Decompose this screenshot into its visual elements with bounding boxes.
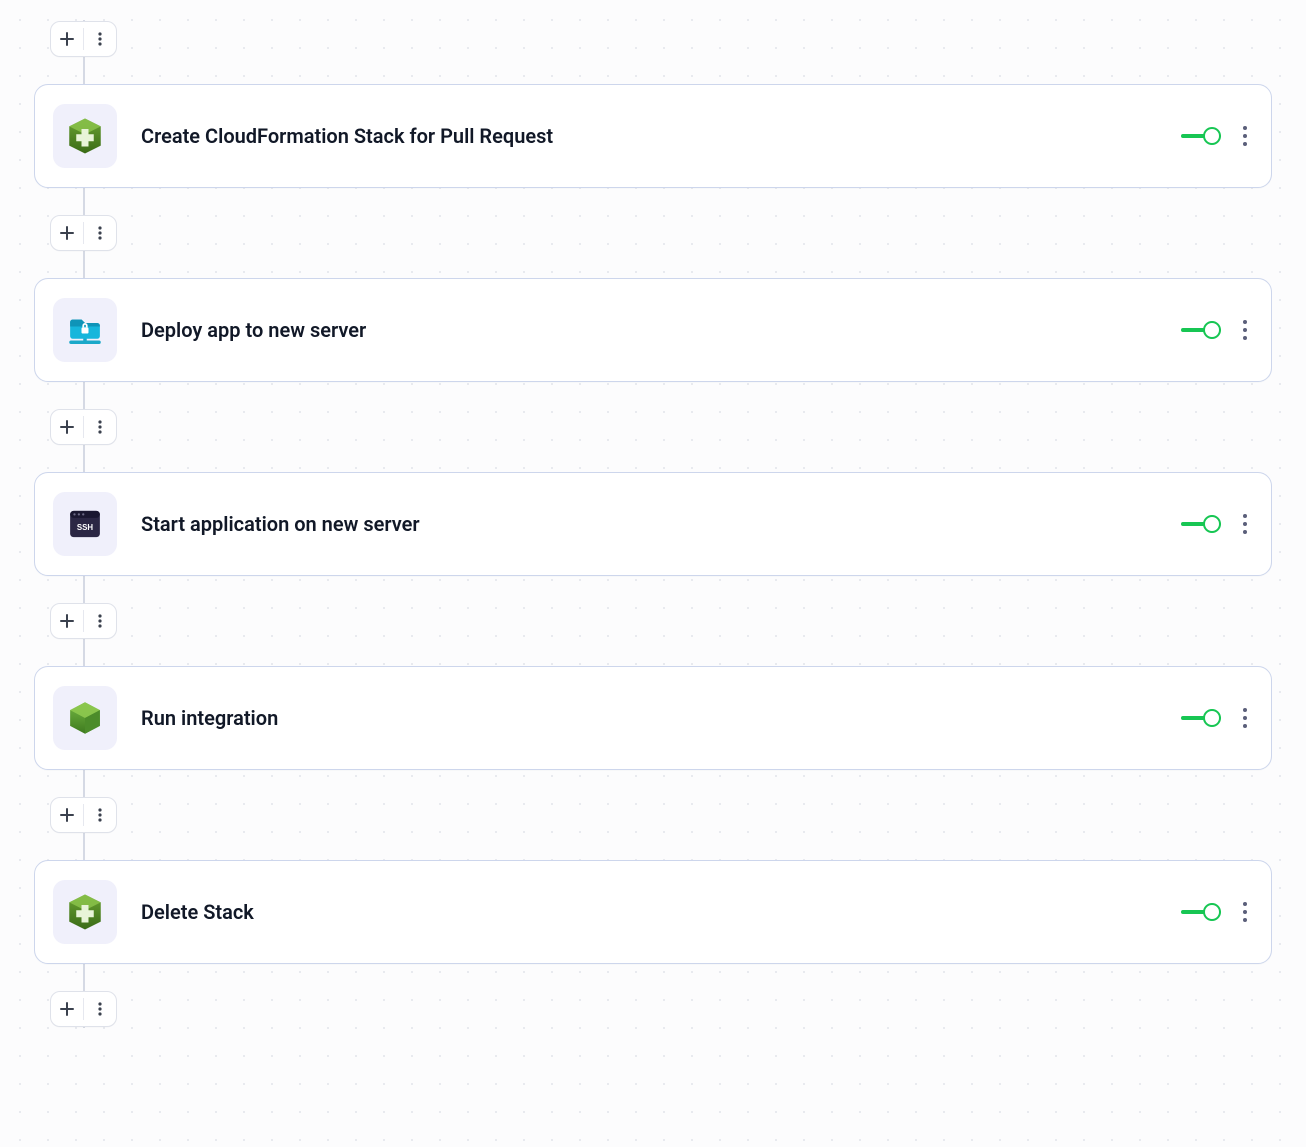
step-actions (1181, 708, 1253, 728)
add-step-divider (50, 20, 1272, 58)
svg-text:SSH: SSH (77, 523, 93, 532)
pipeline-step[interactable]: Deploy app to new server (34, 278, 1272, 382)
ssh-icon: SSH (64, 503, 106, 545)
step-title: Start application on new server (141, 512, 1181, 536)
add-step-menu-button[interactable] (84, 22, 116, 56)
step-title: Deploy app to new server (141, 318, 1181, 342)
cloudformation-icon (64, 115, 106, 157)
step-menu-button[interactable] (1237, 708, 1253, 728)
add-step-button[interactable] (51, 992, 83, 1026)
more-vertical-icon (92, 31, 108, 47)
add-step-pill (50, 215, 117, 251)
add-step-button[interactable] (51, 604, 83, 638)
sftp-icon (64, 309, 106, 351)
pipeline-step[interactable]: Create CloudFormation Stack for Pull Req… (34, 84, 1272, 188)
add-step-button[interactable] (51, 22, 83, 56)
add-step-divider (50, 990, 1272, 1028)
step-menu-button[interactable] (1237, 320, 1253, 340)
pipeline-rail: Create CloudFormation Stack for Pull Req… (34, 20, 1272, 1028)
step-actions (1181, 902, 1253, 922)
step-service-icon-wrap (53, 686, 117, 750)
add-step-pill (50, 21, 117, 57)
more-vertical-icon (92, 225, 108, 241)
cloudformation-icon (64, 891, 106, 933)
pipeline-step[interactable]: Delete Stack (34, 860, 1272, 964)
step-title: Create CloudFormation Stack for Pull Req… (141, 124, 1181, 148)
step-service-icon-wrap (53, 104, 117, 168)
pipeline-step[interactable]: Run integration (34, 666, 1272, 770)
add-step-divider (50, 796, 1272, 834)
plus-icon (59, 31, 75, 47)
step-service-icon-wrap (53, 880, 117, 944)
step-service-icon-wrap: SSH (53, 492, 117, 556)
more-vertical-icon (92, 419, 108, 435)
plus-icon (59, 225, 75, 241)
add-step-divider (50, 214, 1272, 252)
plus-icon (59, 613, 75, 629)
pipeline-canvas: Create CloudFormation Stack for Pull Req… (0, 0, 1306, 1068)
plus-icon (59, 419, 75, 435)
add-step-menu-button[interactable] (84, 216, 116, 250)
add-step-divider (50, 602, 1272, 640)
add-step-pill (50, 409, 117, 445)
plus-icon (59, 1001, 75, 1017)
step-actions (1181, 320, 1253, 340)
pipeline-step[interactable]: SSH Start application on new server (34, 472, 1272, 576)
step-enabled-toggle[interactable] (1181, 514, 1221, 534)
node-icon (64, 697, 106, 739)
add-step-menu-button[interactable] (84, 798, 116, 832)
add-step-divider (50, 408, 1272, 446)
add-step-button[interactable] (51, 798, 83, 832)
step-title: Run integration (141, 706, 1181, 730)
step-enabled-toggle[interactable] (1181, 126, 1221, 146)
step-actions (1181, 126, 1253, 146)
add-step-pill (50, 991, 117, 1027)
add-step-menu-button[interactable] (84, 410, 116, 444)
add-step-button[interactable] (51, 216, 83, 250)
step-enabled-toggle[interactable] (1181, 320, 1221, 340)
step-service-icon-wrap (53, 298, 117, 362)
step-actions (1181, 514, 1253, 534)
add-step-button[interactable] (51, 410, 83, 444)
step-menu-button[interactable] (1237, 514, 1253, 534)
plus-icon (59, 807, 75, 823)
more-vertical-icon (92, 1001, 108, 1017)
more-vertical-icon (92, 613, 108, 629)
more-vertical-icon (92, 807, 108, 823)
add-step-menu-button[interactable] (84, 604, 116, 638)
step-enabled-toggle[interactable] (1181, 902, 1221, 922)
step-enabled-toggle[interactable] (1181, 708, 1221, 728)
add-step-pill (50, 603, 117, 639)
step-menu-button[interactable] (1237, 902, 1253, 922)
step-title: Delete Stack (141, 900, 1181, 924)
step-menu-button[interactable] (1237, 126, 1253, 146)
add-step-pill (50, 797, 117, 833)
add-step-menu-button[interactable] (84, 992, 116, 1026)
